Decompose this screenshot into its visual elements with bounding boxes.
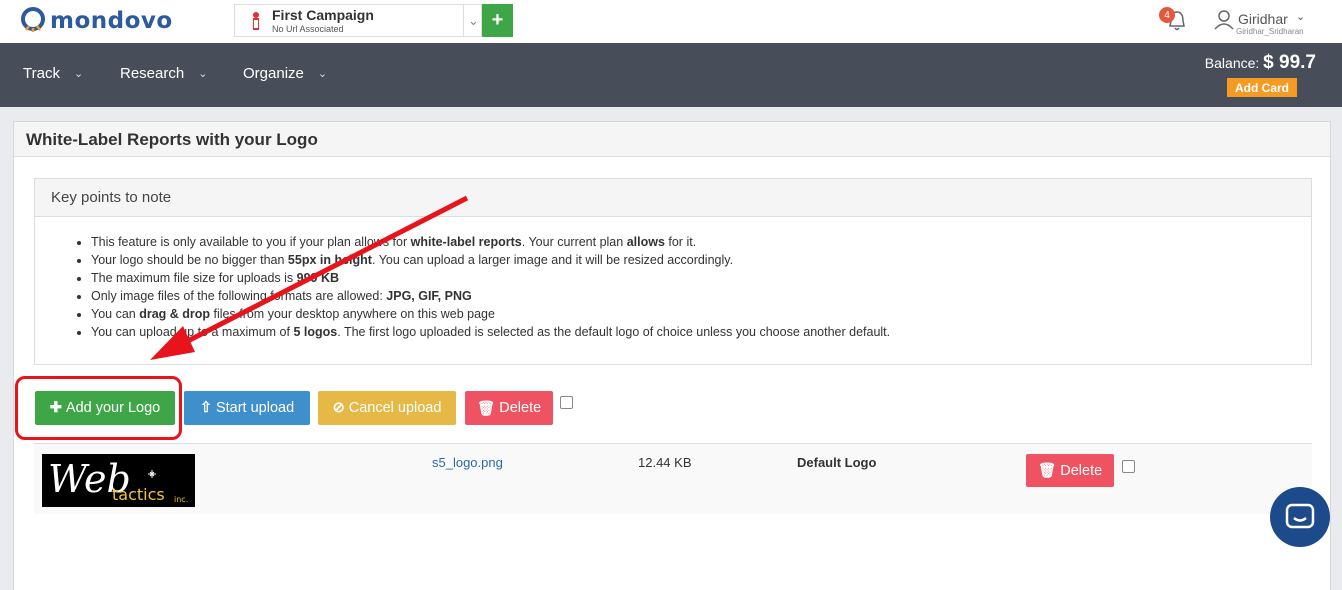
chat-icon — [1285, 503, 1315, 529]
annotation-arrow — [150, 195, 469, 360]
chat-widget-button[interactable] — [1270, 487, 1330, 547]
